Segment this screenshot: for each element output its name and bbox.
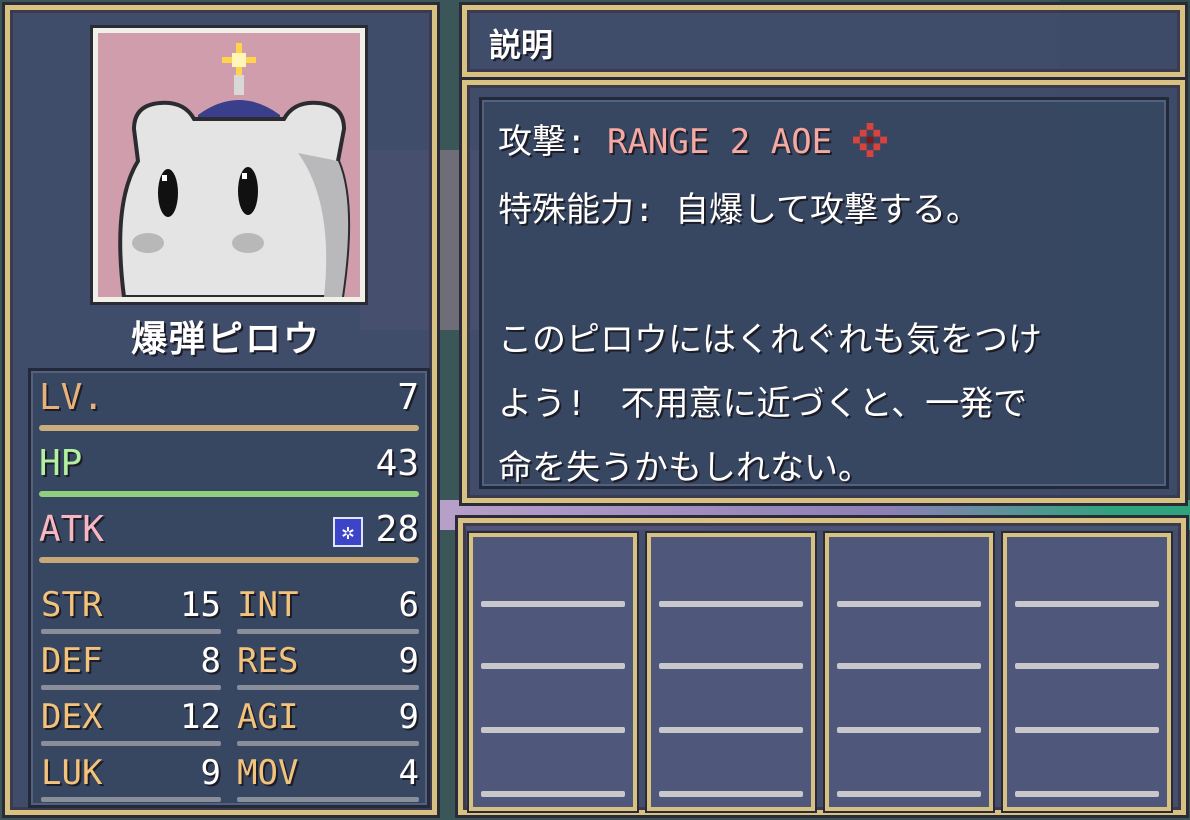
stats-box: LV. 7 HP 43 ATK ✲ 28 STR 15 INT 6 DEF 8 …: [28, 368, 430, 808]
stat-def-value: 8: [200, 641, 221, 681]
stat-agi: AGI 9: [237, 697, 419, 751]
stat-atk-value: 28: [375, 509, 419, 550]
flavor-line-3: 命を失うかもしれない。: [498, 448, 872, 488]
stat-dex: DEX 12: [41, 697, 221, 751]
ability-line: 特殊能力: 自爆して攻撃する。: [498, 182, 980, 231]
description-header: 説明: [462, 5, 1185, 77]
stat-res-value: 9: [398, 641, 419, 681]
unit-status-panel: 爆弾ピロウ LV. 7 HP 43 ATK ✲ 28 STR 15 INT 6: [5, 5, 437, 815]
stat-lv-label: LV.: [39, 377, 105, 418]
unit-name: 爆弾ピロウ: [130, 319, 321, 360]
unit-portrait: [90, 25, 368, 305]
flavor-line-1: このピロウにはくれぐれも気をつけ: [498, 320, 1042, 360]
stat-int-label: INT: [237, 585, 299, 625]
stat-dex-value: 12: [180, 697, 221, 737]
atk-bar: [39, 557, 419, 563]
stat-def: DEF 8: [41, 641, 221, 695]
stat-mov-label: MOV: [237, 753, 299, 793]
ability-label: 特殊能力:: [498, 190, 655, 230]
bomb-pillow-portrait-icon: [118, 43, 351, 297]
lv-bar: [39, 425, 419, 431]
stat-luk: LUK 9: [41, 753, 221, 807]
description-box: 攻撃: RANGE 2 AOE 特殊能力: 自爆して攻撃する。 このピロウにはく…: [479, 97, 1169, 489]
item-slot[interactable]: [645, 531, 817, 813]
stat-res-bar: [237, 685, 419, 690]
stat-str-label: STR: [41, 585, 103, 625]
flavor-line-2: よう! 不用意に近づくと、一発で: [498, 384, 1028, 424]
stat-res-label: RES: [237, 641, 299, 681]
stat-lv: LV. 7: [39, 377, 419, 437]
stat-atk: ATK ✲ 28: [39, 509, 419, 569]
attack-range-text: RANGE 2 AOE: [606, 122, 833, 162]
stat-agi-label: AGI: [237, 697, 299, 737]
stat-int-value: 6: [398, 585, 419, 625]
stat-hp-value: 43: [375, 443, 419, 484]
aoe-range-icon: [852, 123, 887, 157]
description-title: 説明: [489, 26, 554, 64]
stat-mov-bar: [237, 797, 419, 802]
stat-hp-label: HP: [39, 443, 83, 484]
item-slots-panel: [458, 518, 1186, 815]
stat-def-bar: [41, 685, 221, 690]
stat-hp: HP 43: [39, 443, 419, 503]
stat-agi-bar: [237, 741, 419, 746]
stat-agi-value: 9: [398, 697, 419, 737]
magic-sigil-icon: ✲: [333, 517, 363, 547]
attack-line: 攻撃: RANGE 2 AOE: [498, 114, 887, 163]
stat-str-value: 15: [180, 585, 221, 625]
stat-res: RES 9: [237, 641, 419, 695]
stat-lv-value: 7: [397, 377, 419, 418]
item-slot[interactable]: [1001, 531, 1173, 813]
stat-mov: MOV 4: [237, 753, 419, 807]
stat-dex-bar: [41, 741, 221, 746]
attack-label: 攻撃:: [498, 122, 587, 162]
description-panel: 攻撃: RANGE 2 AOE 特殊能力: 自爆して攻撃する。 このピロウにはく…: [462, 80, 1185, 503]
stat-mov-value: 4: [398, 753, 419, 793]
ability-text: 自爆して攻撃する。: [674, 190, 980, 230]
stat-int-bar: [237, 629, 419, 634]
hp-bar: [39, 491, 419, 497]
stat-luk-label: LUK: [41, 753, 103, 793]
stat-def-label: DEF: [41, 641, 103, 681]
item-slot[interactable]: [467, 531, 639, 813]
stat-int: INT 6: [237, 585, 419, 639]
stat-str-bar: [41, 629, 221, 634]
stat-luk-bar: [41, 797, 221, 802]
item-slot[interactable]: [823, 531, 995, 813]
stat-luk-value: 9: [200, 753, 221, 793]
stat-dex-label: DEX: [41, 697, 103, 737]
stat-atk-label: ATK: [39, 509, 105, 550]
stat-str: STR 15: [41, 585, 221, 639]
